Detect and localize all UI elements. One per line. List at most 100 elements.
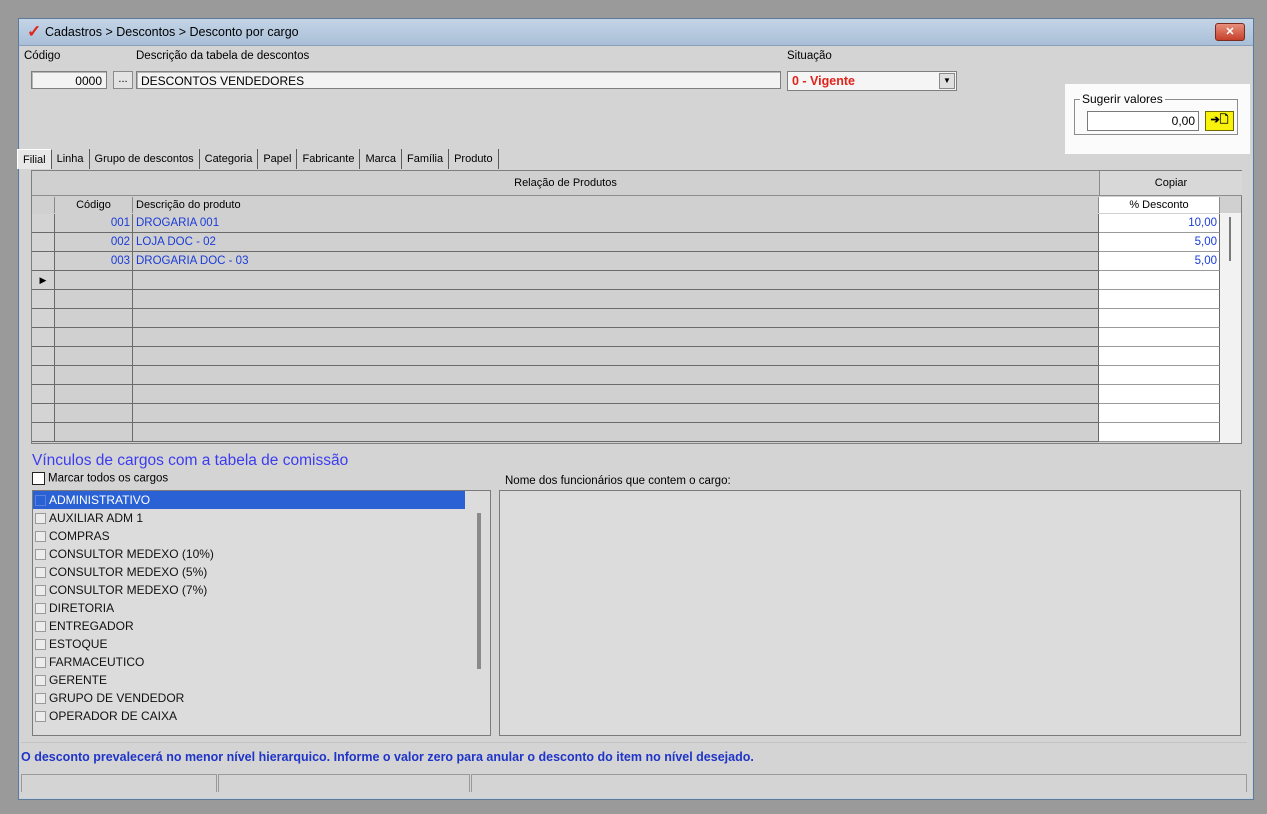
cell-description[interactable]	[133, 385, 1099, 404]
cell-description[interactable]	[133, 366, 1099, 385]
tab-produto[interactable]: Produto	[449, 149, 499, 169]
close-button[interactable]: ✕	[1215, 23, 1245, 41]
list-item[interactable]: COMPRAS	[33, 527, 490, 545]
grid-scroll-thumb[interactable]	[1229, 217, 1231, 261]
checkbox-icon[interactable]	[35, 567, 46, 579]
tab-grupo-de-descontos[interactable]: Grupo de descontos	[90, 149, 200, 169]
cell-code[interactable]	[55, 328, 133, 347]
cell-code[interactable]: 001	[55, 214, 133, 233]
tab-categoria[interactable]: Categoria	[200, 149, 259, 169]
list-item[interactable]: CONSULTOR MEDEXO (7%)	[33, 581, 490, 599]
roles-list-scrollbar[interactable]	[477, 513, 481, 669]
mark-all-roles-checkbox[interactable]: Marcar todos os cargos	[32, 472, 168, 485]
list-item[interactable]: GRUPO DE VENDEDOR	[33, 689, 490, 707]
cell-code[interactable]	[55, 385, 133, 404]
cell-discount[interactable]	[1099, 423, 1220, 442]
cell-code[interactable]	[55, 309, 133, 328]
status-select[interactable]: 0 - Vigente ▼	[787, 71, 957, 91]
table-row-empty[interactable]	[32, 423, 1241, 442]
checkbox-icon[interactable]	[35, 603, 46, 615]
tab-familia[interactable]: Família	[402, 149, 450, 169]
checkbox-icon[interactable]	[35, 639, 46, 651]
cell-description[interactable]: DROGARIA DOC - 03	[133, 252, 1099, 271]
apply-suggestion-button[interactable]: ➔🗋	[1205, 111, 1234, 131]
cell-discount[interactable]	[1099, 366, 1220, 385]
cell-description[interactable]	[133, 271, 1099, 290]
cell-discount[interactable]	[1099, 385, 1220, 404]
tab-papel[interactable]: Papel	[258, 149, 298, 169]
cell-discount[interactable]: 5,00	[1099, 233, 1220, 252]
table-row-empty[interactable]	[32, 328, 1241, 347]
cell-code[interactable]: 003	[55, 252, 133, 271]
table-row-empty[interactable]	[32, 309, 1241, 328]
col-header-discount[interactable]: % Desconto	[1099, 197, 1220, 213]
chevron-down-icon[interactable]: ▼	[939, 73, 955, 89]
cell-code[interactable]	[55, 366, 133, 385]
cell-discount[interactable]: 10,00	[1099, 214, 1220, 233]
checkbox-icon[interactable]	[35, 549, 46, 561]
col-header-code[interactable]: Código	[55, 197, 133, 213]
cell-description[interactable]	[133, 347, 1099, 366]
checkbox-icon[interactable]	[35, 621, 46, 633]
list-item[interactable]: FARMACEUTICO	[33, 653, 490, 671]
cell-description[interactable]: LOJA DOC - 02	[133, 233, 1099, 252]
checkbox-icon[interactable]	[35, 657, 46, 669]
cell-code[interactable]	[55, 347, 133, 366]
cell-code[interactable]	[55, 290, 133, 309]
cell-discount[interactable]	[1099, 271, 1220, 290]
cell-code[interactable]: 002	[55, 233, 133, 252]
checkbox-icon[interactable]	[35, 585, 46, 597]
cell-description[interactable]	[133, 423, 1099, 442]
table-row-empty[interactable]	[32, 404, 1241, 423]
checkbox-icon[interactable]	[35, 693, 46, 705]
checkbox-icon[interactable]	[32, 472, 45, 485]
cell-description[interactable]	[133, 309, 1099, 328]
tab-fabricante[interactable]: Fabricante	[297, 149, 361, 169]
checkbox-icon[interactable]	[35, 495, 46, 507]
code-field[interactable]: 0000	[31, 71, 107, 89]
table-row[interactable]: 003 DROGARIA DOC - 03 5,00	[32, 252, 1241, 271]
list-item[interactable]: OPERADOR DE CAIXA	[33, 707, 490, 725]
list-item[interactable]: ADMINISTRATIVO	[33, 491, 465, 509]
employees-list[interactable]	[499, 490, 1241, 736]
list-item[interactable]: GERENTE	[33, 671, 490, 689]
checkbox-icon[interactable]	[35, 513, 46, 525]
roles-list[interactable]: ADMINISTRATIVO AUXILIAR ADM 1 COMPRAS CO…	[32, 490, 491, 736]
cell-description[interactable]	[133, 328, 1099, 347]
list-item[interactable]: ESTOQUE	[33, 635, 490, 653]
table-row-empty[interactable]	[32, 366, 1241, 385]
cell-description[interactable]: DROGARIA 001	[133, 214, 1099, 233]
table-row-empty[interactable]	[32, 290, 1241, 309]
cell-code[interactable]	[55, 404, 133, 423]
suggest-value-input[interactable]: 0,00	[1087, 111, 1199, 131]
list-item[interactable]: CONSULTOR MEDEXO (10%)	[33, 545, 490, 563]
tab-marca[interactable]: Marca	[360, 149, 403, 169]
tab-linha[interactable]: Linha	[52, 149, 90, 169]
cell-description[interactable]	[133, 404, 1099, 423]
table-row-new[interactable]: ▶	[32, 271, 1241, 290]
tab-filial[interactable]: Filial	[17, 149, 52, 169]
list-item[interactable]: ENTREGADOR	[33, 617, 490, 635]
col-header-description[interactable]: Descrição do produto	[133, 197, 1099, 213]
checkbox-icon[interactable]	[35, 711, 46, 723]
cell-discount[interactable]	[1099, 290, 1220, 309]
cell-discount[interactable]: 5,00	[1099, 252, 1220, 271]
checkbox-icon[interactable]	[35, 675, 46, 687]
code-lookup-button[interactable]: ...	[113, 71, 133, 89]
cell-code[interactable]	[55, 423, 133, 442]
cell-discount[interactable]	[1099, 404, 1220, 423]
checkbox-icon[interactable]	[35, 531, 46, 543]
table-row-empty[interactable]	[32, 347, 1241, 366]
description-field[interactable]: DESCONTOS VENDEDORES	[136, 71, 781, 89]
list-item[interactable]: DIRETORIA	[33, 599, 490, 617]
list-item[interactable]: CONSULTOR MEDEXO (5%)	[33, 563, 490, 581]
grid-vertical-scrollbar[interactable]	[1220, 213, 1241, 443]
cell-discount[interactable]	[1099, 309, 1220, 328]
cell-discount[interactable]	[1099, 347, 1220, 366]
cell-code[interactable]	[55, 271, 133, 290]
cell-discount[interactable]	[1099, 328, 1220, 347]
list-item[interactable]: AUXILIAR ADM 1	[33, 509, 490, 527]
table-row[interactable]: 002 LOJA DOC - 02 5,00	[32, 233, 1241, 252]
table-row[interactable]: 001 DROGARIA 001 10,00	[32, 214, 1241, 233]
copy-button[interactable]: Copiar	[1099, 171, 1242, 196]
